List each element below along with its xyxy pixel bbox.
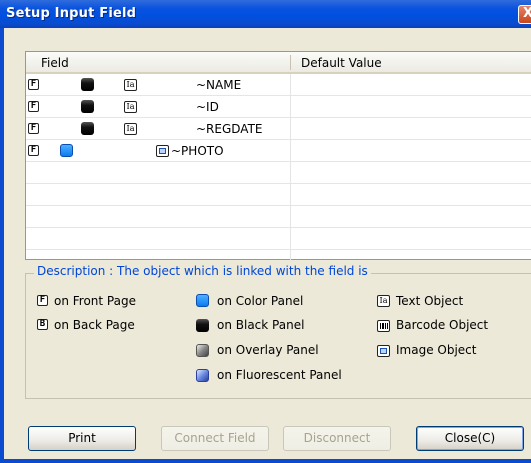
fluorescent-panel-icon [196, 369, 209, 382]
grid-header: Field Default Value [26, 52, 531, 74]
description-legend: Description : The object which is linked… [34, 264, 371, 278]
front-page-icon: F [28, 101, 39, 112]
black-panel-icon [81, 122, 94, 135]
title-bar[interactable]: Setup Input Field X [0, 0, 531, 28]
front-page-label: on Front Page [54, 294, 136, 308]
front-page-icon: F [28, 79, 39, 90]
print-button[interactable]: Print [28, 426, 136, 451]
column-divider[interactable] [290, 55, 291, 70]
connect-field-button[interactable]: Connect Field [161, 426, 269, 451]
overlay-panel-label: on Overlay Panel [217, 343, 319, 357]
barcode-object-label: Barcode Object [396, 318, 489, 332]
setup-input-field-dialog: Setup Input Field X Field Default Value … [0, 0, 531, 463]
table-row[interactable] [26, 162, 531, 184]
close-button[interactable]: Close(C) [416, 426, 524, 451]
color-panel-label: on Color Panel [217, 294, 304, 308]
text-object-icon: Ia [124, 79, 137, 91]
disconnect-button[interactable]: Disconnect [283, 426, 391, 451]
barcode-object-icon [377, 320, 390, 332]
table-row[interactable]: F ~PHOTO [26, 140, 531, 162]
black-panel-icon [81, 100, 94, 113]
table-row[interactable] [26, 206, 531, 228]
field-name-cell: ~NAME [196, 78, 242, 92]
color-panel-icon [60, 144, 73, 157]
close-icon: X [522, 6, 531, 21]
back-page-label: on Back Page [54, 318, 135, 332]
text-object-icon: Ia [377, 295, 390, 307]
field-name-cell: ~REGDATE [196, 122, 263, 136]
front-page-icon: F [28, 123, 39, 134]
back-page-icon: B [37, 319, 48, 330]
overlay-panel-icon [196, 344, 209, 357]
text-object-label: Text Object [396, 294, 464, 308]
black-panel-icon [196, 319, 209, 332]
window-title: Setup Input Field [6, 6, 137, 21]
table-row[interactable]: F Ia ~ID [26, 96, 531, 118]
image-object-icon [156, 145, 169, 157]
text-object-icon: Ia [124, 123, 137, 135]
fluorescent-panel-label: on Fluorescent Panel [217, 368, 342, 382]
text-object-icon: Ia [124, 101, 137, 113]
table-row[interactable] [26, 184, 531, 206]
color-panel-icon [196, 294, 209, 307]
close-window-button[interactable]: X [518, 5, 531, 24]
black-panel-icon [81, 78, 94, 91]
front-page-icon: F [28, 145, 39, 156]
black-panel-label: on Black Panel [217, 318, 305, 332]
window-frame-bottom [0, 459, 531, 463]
table-row[interactable]: F Ia ~NAME [26, 74, 531, 96]
image-object-label: Image Object [396, 343, 477, 357]
image-object-icon [377, 345, 390, 357]
field-grid[interactable]: Field Default Value F Ia ~NAME F Ia ~ID … [25, 51, 531, 260]
field-name-cell: ~ID [196, 100, 219, 114]
front-page-icon: F [37, 295, 48, 306]
table-row[interactable]: F Ia ~REGDATE [26, 118, 531, 140]
column-header-default-value[interactable]: Default Value [301, 56, 382, 70]
window-frame-left [0, 28, 4, 463]
table-row[interactable] [26, 228, 531, 250]
field-name-cell: ~PHOTO [171, 144, 224, 158]
column-header-field[interactable]: Field [41, 56, 69, 70]
